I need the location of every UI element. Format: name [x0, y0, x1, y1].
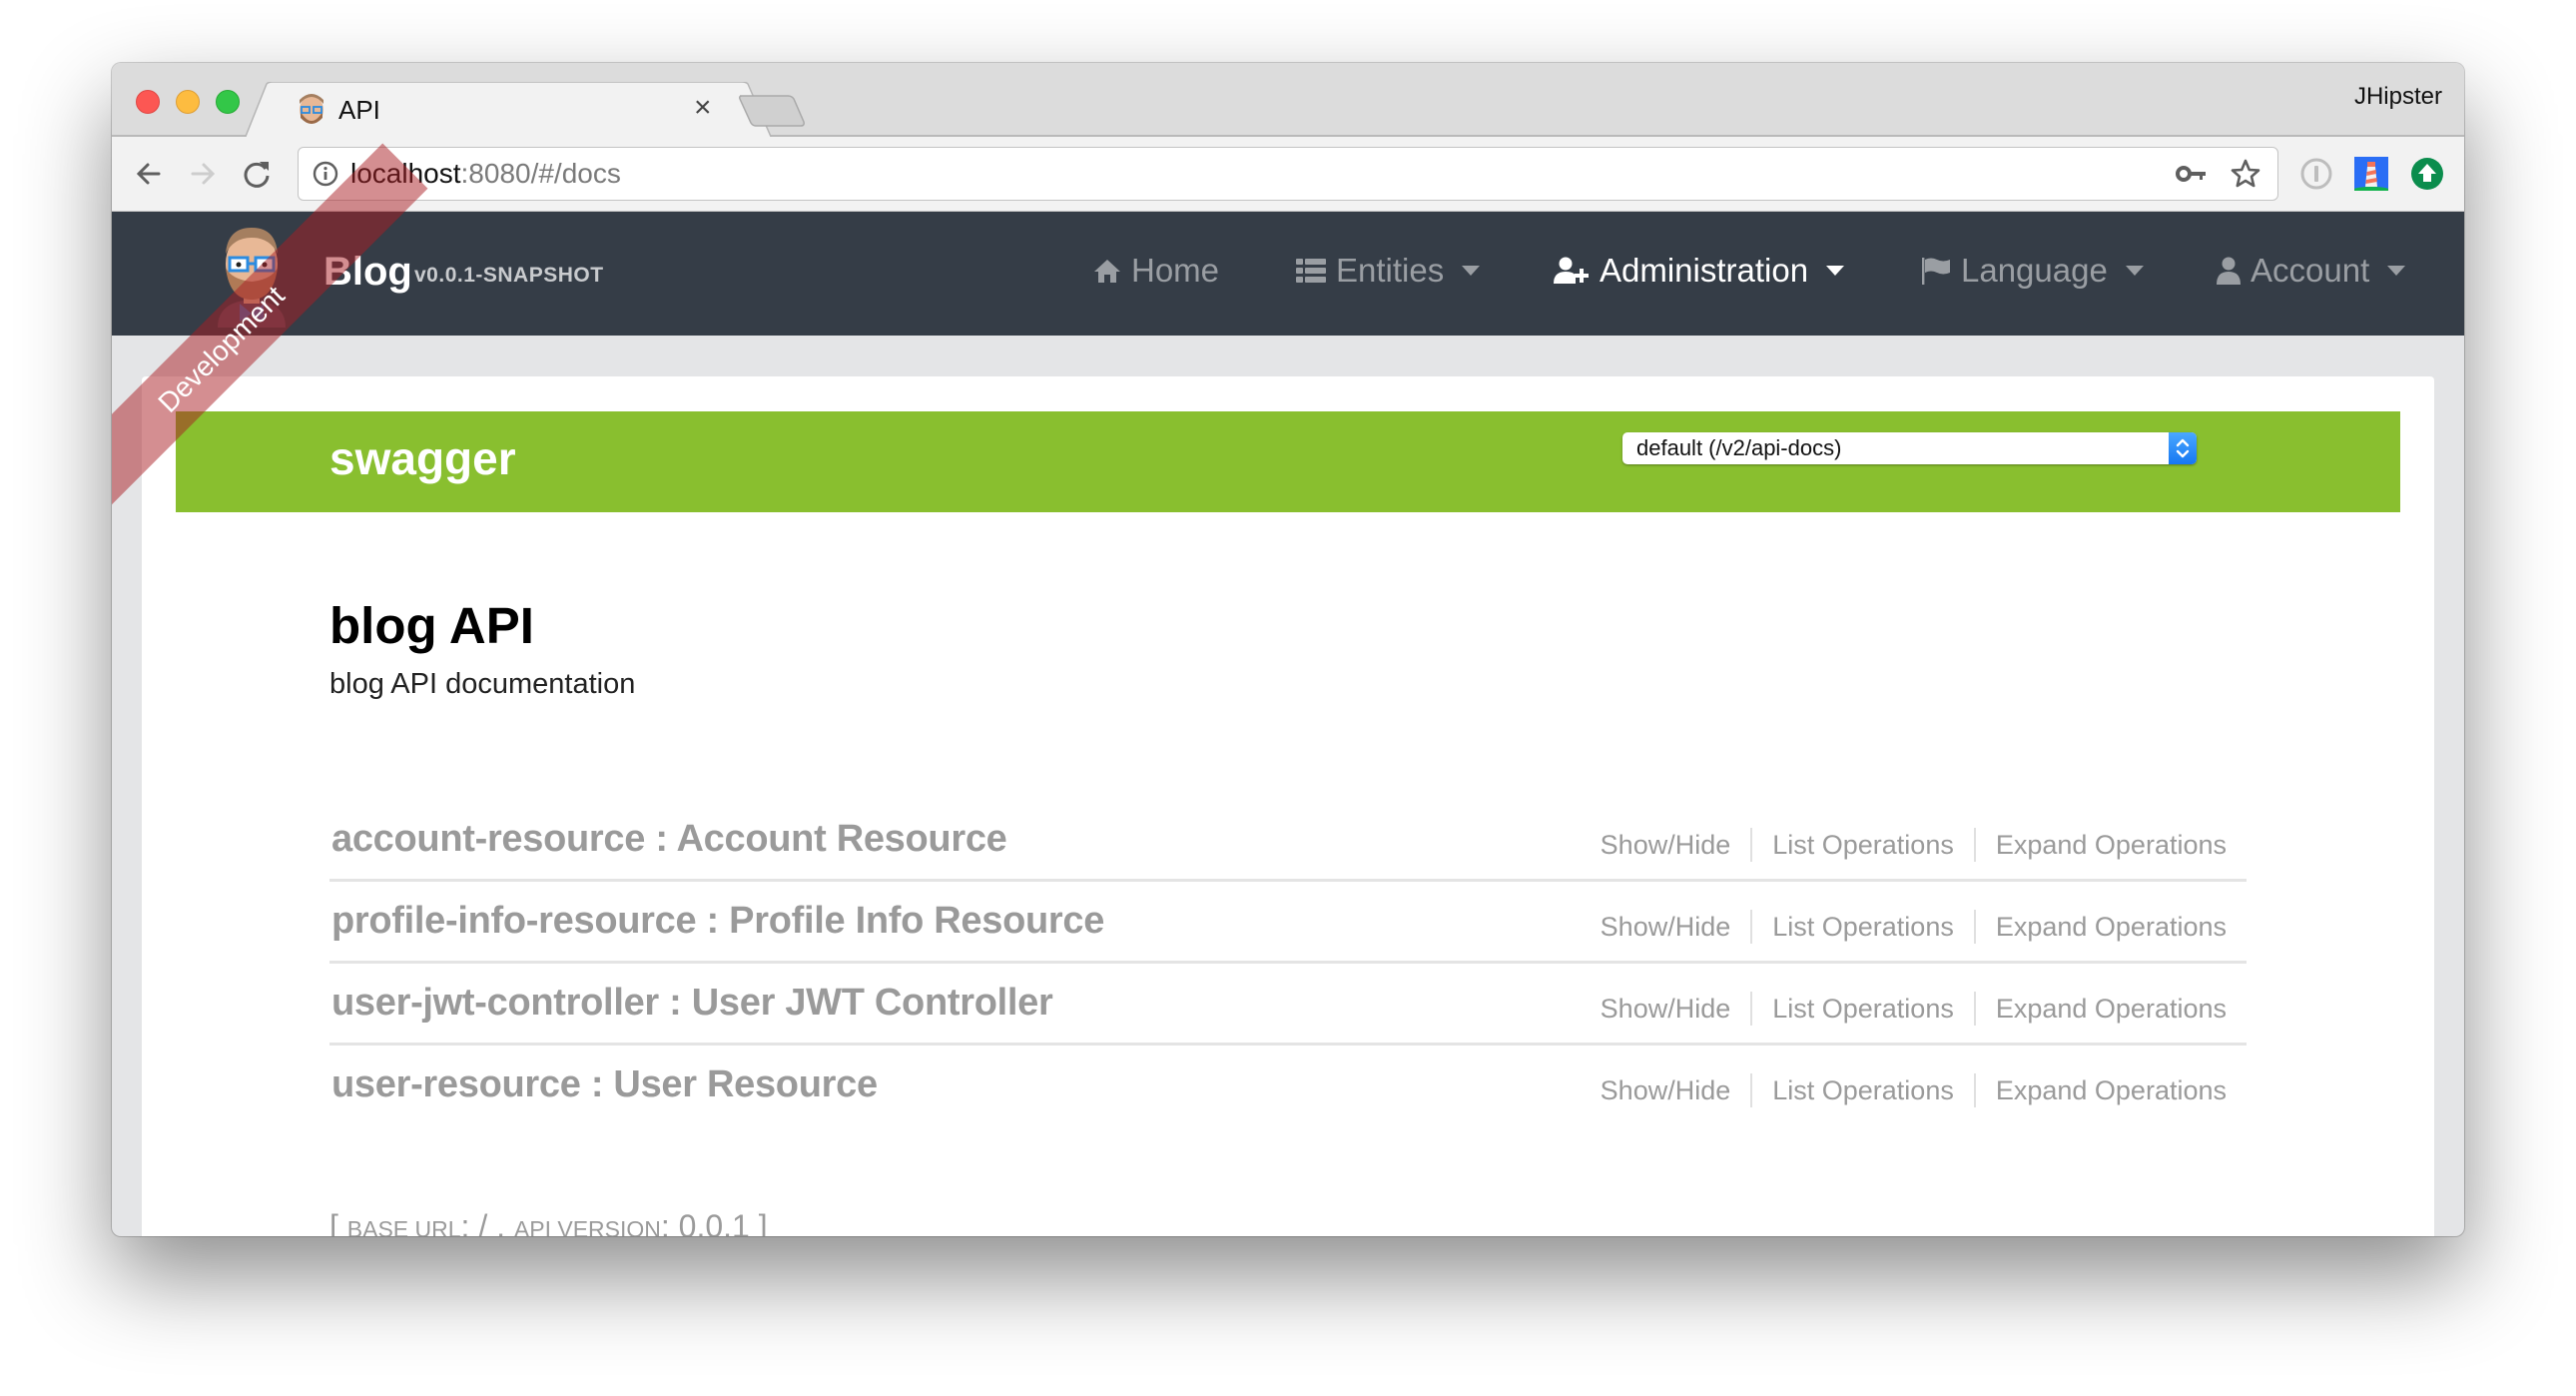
url-host: localhost — [350, 158, 461, 189]
api-info-footer: [ Base URL: / , API Version: 0.0.1 ] — [329, 1208, 768, 1236]
flag-icon — [1922, 258, 1950, 285]
resource-name[interactable]: account-resource : Account Resource — [331, 818, 1007, 861]
list-operations-link[interactable]: List Operations — [1772, 912, 1954, 943]
nav-account[interactable]: Account — [2217, 252, 2406, 290]
api-spec-select[interactable]: default (/v2/api-docs) — [1622, 432, 2197, 464]
url-text: localhost:8080/#/docs — [350, 158, 621, 190]
divider — [1973, 828, 1976, 862]
nav-administration[interactable]: Administration — [1554, 252, 1845, 290]
close-window-button[interactable] — [136, 90, 160, 114]
divider — [1750, 992, 1753, 1026]
swagger-card: swagger default (/v2/api-docs) blog API … — [142, 376, 2434, 1236]
nav-entities-label: Entities — [1336, 252, 1445, 289]
nav-administration-label: Administration — [1600, 252, 1809, 289]
divider — [1750, 1073, 1753, 1107]
chevron-down-icon — [1826, 266, 1845, 276]
resource-operations: Show/Hide List Operations Expand Operati… — [1601, 1073, 2227, 1107]
reload-icon[interactable] — [240, 157, 274, 191]
resource-name[interactable]: profile-info-resource : Profile Info Res… — [331, 900, 1104, 943]
forward-arrow-icon[interactable] — [186, 157, 220, 191]
nav-language[interactable]: Language — [1921, 252, 2144, 290]
resource-name[interactable]: user-jwt-controller : User JWT Controlle… — [331, 982, 1053, 1025]
list-operations-link[interactable]: List Operations — [1772, 830, 1954, 861]
user-icon — [2217, 257, 2241, 285]
resource-name[interactable]: user-resource : User Resource — [331, 1063, 878, 1106]
url-path: :8080/#/docs — [460, 158, 621, 189]
resource-row: account-resource : Account Resource Show… — [329, 800, 2247, 882]
swagger-header: swagger default (/v2/api-docs) — [176, 411, 2400, 512]
lighthouse-icon[interactable] — [2354, 157, 2388, 191]
resource-list: account-resource : Account Resource Show… — [329, 800, 2247, 1127]
nav-account-label: Account — [2251, 252, 2370, 289]
tab-close-icon[interactable]: × — [694, 91, 712, 125]
divider — [1750, 828, 1753, 862]
nav-entities[interactable]: Entities — [1296, 252, 1481, 290]
home-icon — [1094, 260, 1120, 283]
key-icon[interactable] — [2176, 162, 2208, 186]
expand-operations-link[interactable]: Expand Operations — [1996, 912, 2227, 943]
tab-api[interactable]: API × — [245, 82, 773, 139]
chevron-down-icon — [1462, 266, 1481, 276]
chevron-down-icon — [2387, 266, 2406, 276]
minimize-window-button[interactable] — [176, 90, 200, 114]
divider — [1973, 1073, 1976, 1107]
info-icon[interactable] — [313, 161, 338, 187]
show-hide-link[interactable]: Show/Hide — [1601, 994, 1731, 1025]
resource-operations: Show/Hide List Operations Expand Operati… — [1601, 828, 2227, 862]
list-operations-link[interactable]: List Operations — [1772, 1075, 1954, 1106]
api-version-label: API Version — [513, 1216, 661, 1236]
tab-strip: API × JHipster — [112, 63, 2464, 139]
update-arrow-icon[interactable] — [2410, 157, 2444, 191]
browser-toolbar: localhost:8080/#/docs — [112, 137, 2464, 212]
base-url-value: : / , — [460, 1208, 514, 1236]
swagger-logo[interactable]: swagger — [329, 431, 516, 485]
divider — [1750, 910, 1753, 944]
chevron-down-icon — [2125, 266, 2144, 276]
api-title: blog API — [329, 597, 534, 654]
brand-title[interactable]: Blog — [323, 250, 412, 295]
maximize-window-button[interactable] — [216, 90, 240, 114]
select-arrows-icon — [2169, 432, 2197, 464]
nav-language-label: Language — [1961, 252, 2108, 289]
resource-row: user-resource : User Resource Show/Hide … — [329, 1046, 2247, 1127]
address-bar[interactable]: localhost:8080/#/docs — [298, 147, 2278, 201]
resource-operations: Show/Hide List Operations Expand Operati… — [1601, 992, 2227, 1026]
resource-operations: Show/Hide List Operations Expand Operati… — [1601, 910, 2227, 944]
1password-icon[interactable] — [2299, 157, 2333, 191]
expand-operations-link[interactable]: Expand Operations — [1996, 1075, 2227, 1106]
bracket-open: [ — [329, 1208, 347, 1236]
api-description: blog API documentation — [329, 668, 636, 700]
resource-row: profile-info-resource : Profile Info Res… — [329, 882, 2247, 964]
new-tab-button[interactable] — [738, 95, 808, 127]
show-hide-link[interactable]: Show/Hide — [1601, 1075, 1731, 1106]
divider — [1973, 910, 1976, 944]
jhipster-avatar-icon — [300, 94, 323, 124]
divider — [1973, 992, 1976, 1026]
show-hide-link[interactable]: Show/Hide — [1601, 830, 1731, 861]
back-arrow-icon[interactable] — [132, 157, 166, 191]
api-version-value: : 0.0.1 — [660, 1208, 759, 1236]
expand-operations-link[interactable]: Expand Operations — [1996, 994, 2227, 1025]
nav-home-label: Home — [1131, 252, 1220, 289]
user-plus-icon — [1554, 257, 1589, 284]
expand-operations-link[interactable]: Expand Operations — [1996, 830, 2227, 861]
bookmark-star-icon[interactable] — [2230, 158, 2261, 190]
jhipster-logo[interactable] — [210, 224, 294, 328]
profile-name[interactable]: JHipster — [2354, 83, 2442, 111]
list-icon — [1296, 259, 1326, 283]
tab-title: API — [338, 95, 380, 125]
nav-home[interactable]: Home — [1093, 252, 1219, 290]
bracket-close: ] — [758, 1208, 768, 1236]
show-hide-link[interactable]: Show/Hide — [1601, 912, 1731, 943]
list-operations-link[interactable]: List Operations — [1772, 994, 1954, 1025]
base-url-label: Base URL — [346, 1216, 461, 1236]
api-spec-value: default (/v2/api-docs) — [1636, 435, 1842, 460]
app-navbar: Blog v0.0.1-SNAPSHOT Home Entities Admin — [112, 212, 2464, 336]
brand-version: v0.0.1-SNAPSHOT — [414, 264, 604, 287]
resource-row: user-jwt-controller : User JWT Controlle… — [329, 964, 2247, 1046]
browser-window: API × JHipster localhost:8080/#/docs Blo… — [112, 63, 2464, 1236]
